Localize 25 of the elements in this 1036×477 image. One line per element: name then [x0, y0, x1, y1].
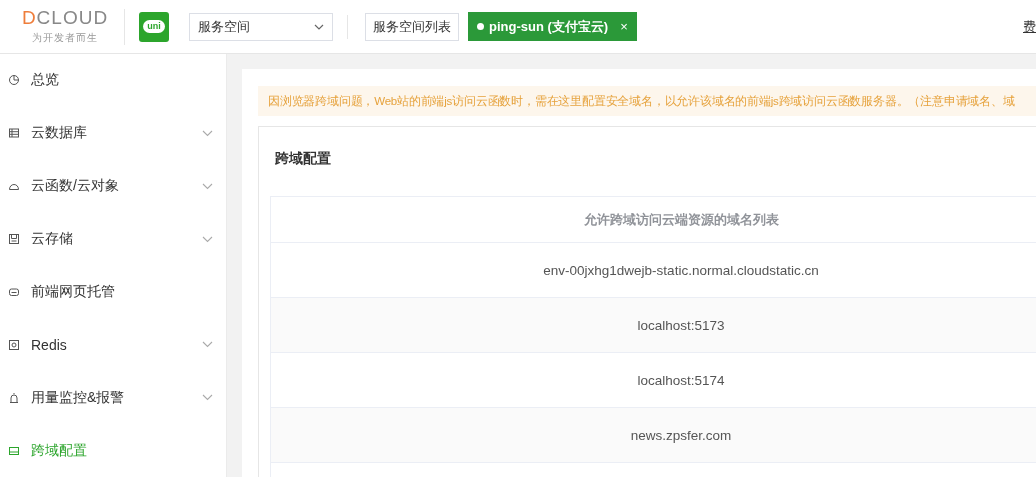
logo-tagline: 为开发者而生 [32, 31, 98, 45]
space-tag[interactable]: ping-sun (支付宝云) × [468, 12, 637, 41]
space-select[interactable]: 服务空间 [189, 12, 333, 41]
sidebar-item[interactable]: 用量监控&报警 [0, 371, 226, 425]
column-header: 允许跨域访问云端资源的域名列表 [271, 197, 1036, 243]
card-title: 跨域配置 [274, 150, 332, 168]
pie-icon [8, 74, 20, 87]
table-cell: localhost:5173 [271, 298, 1036, 353]
sidebar-item[interactable]: 云函数/云对象 [0, 159, 226, 213]
logo-text: DCLOUD [21, 8, 109, 28]
sidebar-item[interactable]: 总览 [0, 54, 226, 107]
sidebar-item[interactable]: 云存储 [0, 212, 226, 266]
sidebar-item[interactable]: 云数据库 [0, 106, 226, 160]
chevron-down-icon [314, 23, 324, 30]
space-list-button[interactable]: 服务空间列表 [365, 12, 459, 41]
close-icon[interactable]: × [620, 19, 628, 34]
notice-text: 因浏览器跨域问题，Web站的前端js访问云函数时，需在这里配置安全域名，以允许该域名的前端js跨域访问云函数服务器。（注意申请域名、域 [258, 86, 1036, 116]
sidebar-item[interactable]: Redis [0, 318, 226, 372]
sidebar-item[interactable]: 前端网页托管 [0, 265, 226, 319]
table-cell: news.zpsfer.com [271, 408, 1036, 463]
app-logo: uni [139, 11, 169, 42]
table-icon [8, 127, 20, 140]
card-icon [8, 444, 20, 457]
user-link[interactable]: 费 [1023, 17, 1036, 36]
status-dot [477, 23, 484, 30]
